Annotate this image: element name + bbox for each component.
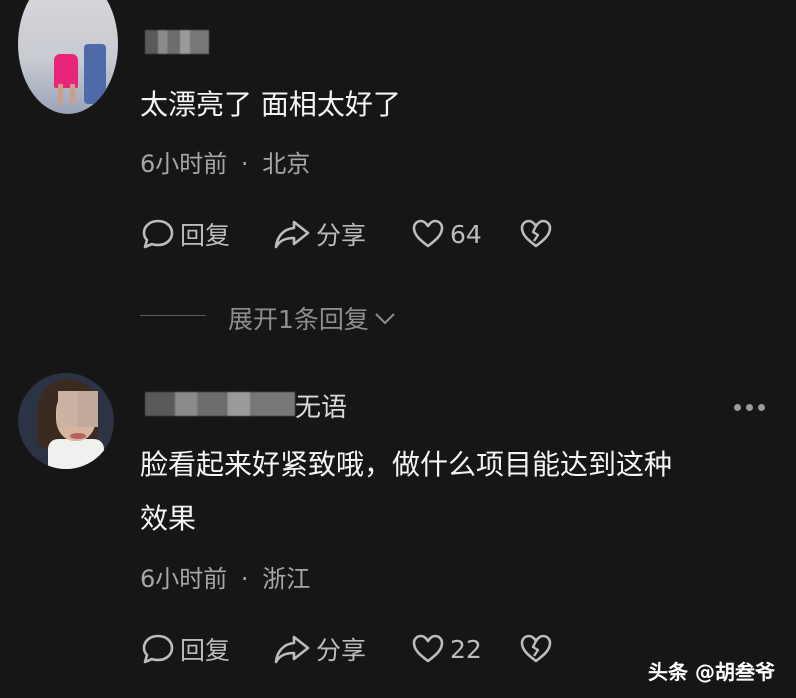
- reply-button[interactable]: 回复: [140, 216, 230, 252]
- chevron-down-icon: [375, 313, 395, 325]
- dislike-button[interactable]: [518, 216, 554, 252]
- reply-label: 回复: [180, 221, 231, 250]
- avatar[interactable]: [18, 373, 114, 469]
- broken-heart-icon: [520, 634, 552, 663]
- share-button[interactable]: 分享: [272, 631, 366, 667]
- expand-replies-button[interactable]: 展开1条回复: [228, 300, 397, 336]
- reply-button[interactable]: 回复: [140, 631, 230, 667]
- meta-separator: ·: [240, 150, 249, 178]
- comment-location: 北京: [262, 150, 311, 178]
- like-button[interactable]: 64: [410, 216, 482, 252]
- comment-meta: 6小时前 · 浙江: [140, 559, 310, 594]
- heart-icon: [412, 634, 444, 663]
- more-dots-icon[interactable]: [734, 404, 765, 411]
- dislike-button[interactable]: [518, 631, 554, 667]
- share-arrow-icon: [274, 220, 310, 249]
- divider: [140, 315, 206, 316]
- comment-text: 脸看起来好紧致哦，做什么项目能达到这种 效果: [140, 442, 672, 542]
- speech-bubble-icon: [142, 634, 174, 664]
- like-count: 64: [450, 219, 482, 249]
- like-button[interactable]: 22: [410, 631, 482, 667]
- like-count: 22: [450, 634, 482, 664]
- watermark: 头条 @胡叁爷: [648, 660, 775, 684]
- avatar[interactable]: [18, 0, 118, 114]
- broken-heart-icon: [520, 219, 552, 248]
- meta-separator: ·: [240, 565, 249, 593]
- heart-icon: [412, 219, 444, 248]
- share-arrow-icon: [274, 635, 310, 664]
- comment-text: 太漂亮了 面相太好了: [140, 88, 401, 121]
- comment-meta: 6小时前 · 北京: [140, 144, 310, 179]
- share-label: 分享: [316, 221, 367, 250]
- comment-text-line: 脸看起来好紧致哦，做什么项目能达到这种: [140, 448, 673, 481]
- comment-location: 浙江: [262, 565, 311, 593]
- username-blurred[interactable]: [145, 392, 295, 416]
- speech-bubble-icon: [142, 219, 174, 249]
- reply-label: 回复: [180, 636, 231, 665]
- username-blurred[interactable]: [145, 30, 209, 54]
- comment-list: 太漂亮了 面相太好了 6小时前 · 北京 回复 分享 64 展开1条回复 无语 …: [0, 0, 796, 698]
- comment-time: 6小时前: [140, 150, 228, 178]
- comment-text-line: 效果: [140, 502, 197, 535]
- share-button[interactable]: 分享: [272, 216, 366, 252]
- username-suffix[interactable]: 无语: [295, 387, 347, 424]
- share-label: 分享: [316, 636, 367, 665]
- comment-time: 6小时前: [140, 565, 228, 593]
- expand-replies-label: 展开1条回复: [228, 305, 369, 334]
